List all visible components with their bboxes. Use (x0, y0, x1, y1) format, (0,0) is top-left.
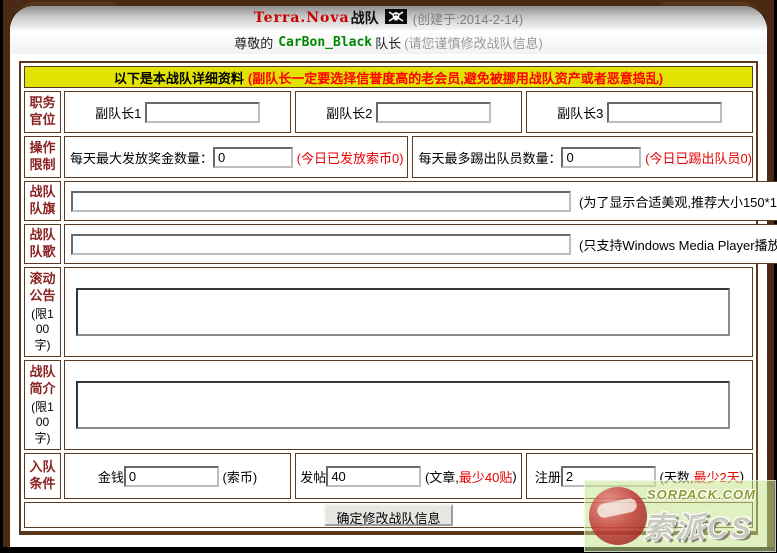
kick-limit-label: 每天最多踢出队员数量： (418, 148, 561, 167)
row-label-text: 操作限制 (29, 140, 57, 174)
regdays-req-label: 注册 (535, 467, 561, 486)
row-label-text: 战队队旗 (29, 184, 57, 218)
title-bar: Terra.Nova战队 (创建于:2014-2-14) (10, 6, 767, 30)
bonus-issued-note: (今日已发放索币0) (297, 148, 404, 167)
row-label-text: 入队条件 (29, 459, 57, 493)
posts-req-close: ) (512, 469, 516, 484)
row-deputy-positions: 职务官位 副队长1 副队长2 副队长3 (24, 91, 753, 133)
row-label-text: 战队队歌 (29, 227, 57, 261)
posts-req-min: 最少40贴 (459, 467, 512, 486)
kicked-today-note: (今日已踢出队员0) (645, 148, 752, 167)
money-req-box: 金钱 (索币) (64, 453, 291, 499)
flag-hint: (为了显示合适美观,推荐大小150*150像素图片) (579, 192, 777, 211)
banner-row: 以下是本战队详细资料 (副队长一定要选择信誉度高的老会员,避免被挪用战队资产或者… (24, 66, 753, 88)
team-name-cn: 战队 (351, 8, 379, 28)
row-label-flag: 战队队旗 (24, 181, 61, 221)
deputy3-input[interactable] (607, 102, 722, 123)
banner-main-text: 以下是本战队详细资料 (114, 68, 244, 87)
team-settings-table: 以下是本战队详细资料 (副队长一定要选择信誉度高的老会员,避免被挪用战队资产或者… (19, 61, 758, 535)
row-operation-limits: 操作限制 每天最大发放奖金数量： (今日已发放索币0) 每天最多踢出队员数量： … (24, 136, 753, 178)
announcement-box (64, 267, 753, 357)
anthem-content: (只支持Windows Media Player播放器音频格式) (64, 224, 777, 264)
watermark-site-url: SORPACK.COM (647, 487, 756, 502)
banner-cell: 以下是本战队详细资料 (副队长一定要选择信誉度高的老会员,避免被挪用战队资产或者… (24, 66, 753, 88)
leader-name: CarBon_Black (278, 35, 372, 50)
greeting-line: 尊敬的 CarBon_Black 队长(请您谨慎修改战队信息) (10, 30, 767, 54)
watermark-logo-ball-icon (589, 487, 647, 545)
banner-warning-text: (副队长一定要选择信誉度高的老会员,避免被挪用战队资产或者恶意捣乱) (248, 68, 663, 87)
announcement-textarea[interactable] (76, 288, 730, 336)
money-req-input[interactable] (124, 466, 219, 487)
money-req-unit: (索币) (222, 467, 257, 486)
confirm-modify-button[interactable]: 确定修改战队信息 (324, 504, 452, 526)
content-sheet: Terra.Nova战队 (创建于:2014-2-14) 尊敬的 CarBon_… (10, 6, 767, 547)
pirate-flag-icon (385, 9, 407, 27)
row-announcement: 滚动公告 (限100字) (24, 267, 753, 357)
posts-req-input[interactable] (326, 466, 421, 487)
deputy3-box: 副队长3 (526, 91, 753, 133)
bonus-limit-label: 每天最大发放奖金数量： (70, 148, 213, 167)
flag-content: (为了显示合适美观,推荐大小150*150像素图片) (64, 181, 777, 221)
site-watermark: SORPACK.COM 索派CS (584, 480, 776, 552)
row-label-requirements: 入队条件 (24, 453, 61, 499)
team-created-date: (创建于:2014-2-14) (413, 9, 524, 28)
money-req-label: 金钱 (98, 467, 124, 486)
kick-limit-box: 每天最多踢出队员数量： (今日已踢出队员0) (412, 136, 753, 178)
row-label-text: 职务官位 (29, 95, 57, 129)
row-team-flag: 战队队旗 (为了显示合适美观,推荐大小150*150像素图片) (24, 181, 753, 221)
deputy2-input[interactable] (376, 102, 491, 123)
row-label-text: 战队简介 (29, 364, 57, 398)
bonus-limit-box: 每天最大发放奖金数量： (今日已发放索币0) (64, 136, 408, 178)
anthem-url-input[interactable] (71, 234, 571, 255)
posts-req-box: 发帖 (文章,最少40贴) (295, 453, 522, 499)
deputy1-label: 副队长1 (95, 103, 141, 122)
intro-content (64, 360, 753, 450)
deputy2-label: 副队长2 (326, 103, 372, 122)
announcement-limit: (限100字) (31, 307, 55, 354)
intro-box (64, 360, 753, 450)
anthem-box: (只支持Windows Media Player播放器音频格式) (64, 224, 777, 264)
deputy1-box: 副队长1 (64, 91, 291, 133)
greeting-prefix: 尊敬的 (234, 33, 273, 52)
kick-limit-input[interactable] (561, 147, 641, 168)
greeting-caution: (请您谨慎修改战队信息) (404, 33, 543, 52)
posts-req-label: 发帖 (300, 467, 326, 486)
bonus-limit-input[interactable] (213, 147, 293, 168)
deputy3-label: 副队长3 (557, 103, 603, 122)
row-label-intro: 战队简介 (限100字) (24, 360, 61, 450)
flag-box: (为了显示合适美观,推荐大小150*150像素图片) (64, 181, 777, 221)
row-label-anthem: 战队队歌 (24, 224, 61, 264)
announcement-content (64, 267, 753, 357)
positions-content: 副队长1 副队长2 副队长3 (64, 91, 753, 133)
anthem-hint: (只支持Windows Media Player播放器音频格式) (579, 235, 777, 254)
team-name-en: Terra.Nova (254, 10, 350, 26)
flag-url-input[interactable] (71, 191, 571, 212)
watermark-site-name: 索派CS (643, 503, 753, 547)
row-label-positions: 职务官位 (24, 91, 61, 133)
row-intro: 战队简介 (限100字) (24, 360, 753, 450)
intro-limit: (限100字) (31, 400, 55, 447)
row-team-anthem: 战队队歌 (只支持Windows Media Player播放器音频格式) (24, 224, 753, 264)
row-label-text: 滚动公告 (29, 271, 57, 305)
row-label-announcement: 滚动公告 (限100字) (24, 267, 61, 357)
deputy2-box: 副队长2 (295, 91, 522, 133)
intro-textarea[interactable] (76, 381, 730, 429)
greeting-role: 队长 (375, 33, 401, 52)
row-label-limits: 操作限制 (24, 136, 61, 178)
posts-req-unit: (文章, (425, 467, 459, 486)
deputy1-input[interactable] (145, 102, 260, 123)
limits-content: 每天最大发放奖金数量： (今日已发放索币0) 每天最多踢出队员数量： (今日已踢… (64, 136, 753, 178)
